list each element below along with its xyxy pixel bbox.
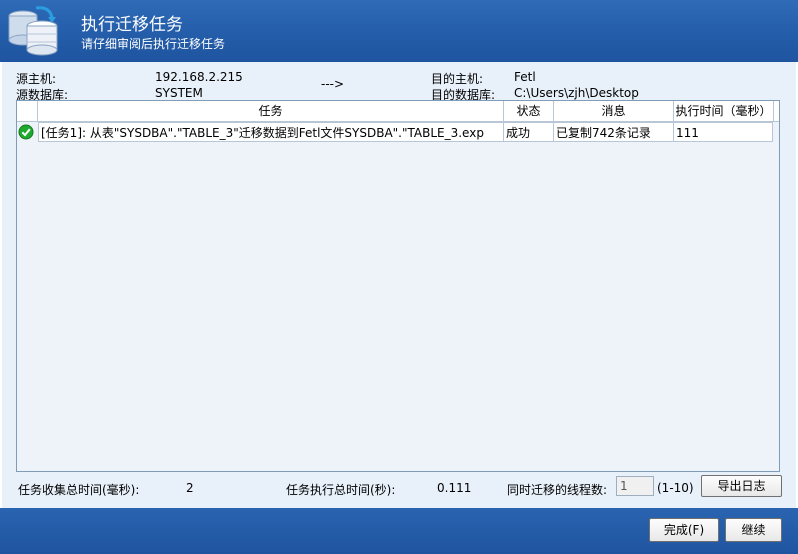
success-check-icon [18, 124, 34, 140]
dest-host-value: Fetl [514, 70, 536, 84]
migration-arrow: ---> [321, 77, 345, 91]
exec-time-label: 任务执行总时间(秒): [286, 483, 396, 497]
table-header: 任务 状态 消息 执行时间（毫秒） [17, 101, 779, 122]
column-header-time[interactable]: 执行时间（毫秒） [674, 101, 774, 121]
row-task: [任务1]: 从表"SYSDBA"."TABLE_3"迁移数据到Fetl文件SY… [38, 122, 504, 142]
exec-time-value: 0.111 [437, 481, 472, 495]
finish-button[interactable]: 完成(F) [649, 518, 719, 542]
column-header-task[interactable]: 任务 [38, 101, 504, 121]
task-table[interactable]: 任务 状态 消息 执行时间（毫秒） [任务1]: 从表"SYSDBA"."TAB… [16, 100, 780, 472]
header-icon-col [17, 101, 38, 121]
wizard-subtitle: 请仔细审阅后执行迁移任务 [81, 37, 226, 51]
dest-db-value: C:\Users\zjh\Desktop [514, 86, 639, 100]
source-host-value: 192.168.2.215 [155, 70, 243, 84]
threads-input[interactable]: 1 [616, 476, 654, 496]
collect-time-value: 2 [186, 481, 194, 495]
collect-time-label: 任务收集总时间(毫秒): [18, 483, 140, 497]
table-row[interactable]: [任务1]: 从表"SYSDBA"."TABLE_3"迁移数据到Fetl文件SY… [17, 122, 779, 142]
row-status: 成功 [503, 122, 554, 142]
source-db-value: SYSTEM [155, 86, 203, 100]
continue-button[interactable]: 继续 [725, 518, 782, 542]
source-host-label: 源主机: [16, 72, 57, 86]
column-header-status[interactable]: 状态 [504, 101, 554, 121]
database-migrate-icon [8, 6, 58, 56]
threads-range: (1-10) [657, 481, 694, 495]
column-header-message[interactable]: 消息 [554, 101, 674, 121]
export-log-button[interactable]: 导出日志 [701, 475, 782, 497]
wizard-title: 执行迁移任务 [81, 15, 183, 35]
threads-label: 同时迁移的线程数: [507, 483, 608, 497]
row-message: 已复制742条记录 [553, 122, 674, 142]
row-time: 111 [673, 122, 773, 142]
wizard-header: 执行迁移任务 请仔细审阅后执行迁移任务 [0, 0, 798, 62]
dest-host-label: 目的主机: [431, 72, 484, 86]
